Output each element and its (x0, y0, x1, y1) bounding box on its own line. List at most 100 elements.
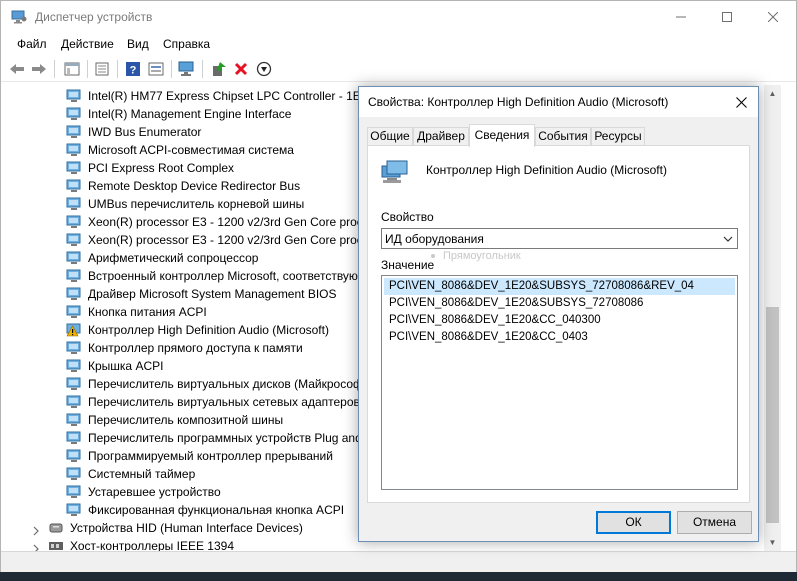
system-device-icon (66, 269, 82, 283)
system-device-icon (66, 179, 82, 193)
chevron-down-icon (723, 233, 733, 247)
properties-dialog: Свойства: Контроллер High Definition Aud… (358, 86, 759, 542)
system-device-icon (66, 467, 82, 481)
toolbar-separator (171, 60, 172, 78)
system-device-icon (66, 143, 82, 157)
value-row[interactable]: PCI\VEN_8086&DEV_1E20&CC_0403 (384, 329, 735, 346)
scroll-down-icon[interactable]: ▼ (764, 534, 781, 551)
device-name: Контроллер High Definition Audio (Micros… (426, 163, 667, 177)
dialog-close-icon[interactable] (730, 92, 752, 112)
view-icon[interactable] (145, 58, 167, 80)
tree-device-label: Xeon(R) processor E3 - 1200 v2/3rd Gen C… (88, 215, 393, 229)
vertical-scrollbar[interactable]: ▲ ▼ (764, 85, 781, 551)
system-device-icon (66, 89, 82, 103)
tab-resources[interactable]: Ресурсы (591, 127, 645, 146)
warning-device-icon (66, 323, 82, 337)
tree-device-label: Устаревшее устройство (88, 485, 221, 499)
tree-category-label: Хост-контроллеры IEEE 1394 (70, 539, 234, 551)
ieee1394-controller-icon (48, 539, 64, 551)
update-driver-icon[interactable] (208, 58, 230, 80)
tree-device-label: Фиксированная функциональная кнопка ACPI (88, 503, 345, 517)
tree-device-label: Контроллер High Definition Audio (Micros… (88, 323, 329, 337)
properties-icon[interactable] (91, 58, 113, 80)
property-select-value: ИД оборудования (385, 232, 484, 246)
tree-device-label: Драйвер Microsoft System Management BIOS (88, 287, 337, 301)
title-bar: Диспетчер устройств (1, 1, 796, 33)
ghost-tooltip-text: Прямоугольник (443, 250, 521, 262)
property-select[interactable]: ИД оборудования (381, 228, 738, 249)
system-device-icon (66, 287, 82, 301)
tree-device-label: Перечислитель программных устройств Plug… (88, 431, 362, 445)
menu-help[interactable]: Справка (161, 37, 212, 51)
help-icon[interactable]: ? (122, 58, 144, 80)
menu-action[interactable]: Действие (59, 37, 116, 51)
minimize-button[interactable] (658, 1, 704, 33)
system-device-icon (66, 233, 82, 247)
toolbar: ? (1, 56, 796, 82)
system-device-icon (66, 431, 82, 445)
tab-general[interactable]: Общие (367, 127, 413, 146)
forward-arrow-icon[interactable] (28, 58, 50, 80)
uninstall-device-icon[interactable] (230, 58, 252, 80)
tree-category-label: Устройства HID (Human Interface Devices) (70, 521, 303, 535)
tree-device-label: UMBus перечислитель корневой шины (88, 197, 305, 211)
window-title: Диспетчер устройств (35, 10, 153, 24)
tree-device-label: Встроенный контроллер Microsoft, соответ… (88, 269, 382, 283)
tree-device-label: Microsoft ACPI-совместимая система (88, 143, 294, 157)
system-device-icon (66, 377, 82, 391)
tree-device-label: Крышка ACPI (88, 359, 164, 373)
status-bar (1, 551, 796, 573)
scan-hardware-icon[interactable] (176, 58, 198, 80)
system-device-icon (66, 125, 82, 139)
toolbar-separator (202, 60, 203, 78)
tree-device-label: Кнопка питания ACPI (88, 305, 207, 319)
tab-events[interactable]: События (535, 127, 591, 146)
device-manager-icon (11, 10, 27, 24)
tab-details[interactable]: Сведения (469, 124, 535, 147)
system-device-icon (66, 197, 82, 211)
menu-view[interactable]: Вид (125, 37, 151, 51)
value-listbox[interactable]: PCI\VEN_8086&DEV_1E20&SUBSYS_72708086&RE… (381, 275, 738, 490)
value-row[interactable]: PCI\VEN_8086&DEV_1E20&CC_040300 (384, 312, 735, 329)
system-device-icon (66, 341, 82, 355)
system-device-icon (66, 251, 82, 265)
toolbar-separator (87, 60, 88, 78)
value-row[interactable]: PCI\VEN_8086&DEV_1E20&SUBSYS_72708086 (384, 295, 735, 312)
chevron-right-icon[interactable] (32, 523, 40, 536)
tree-device-label: Перечислитель композитной шины (88, 413, 284, 427)
tree-device-label: Контроллер прямого доступа к памяти (88, 341, 303, 355)
system-device-icon (66, 107, 82, 121)
scroll-up-icon[interactable]: ▲ (764, 85, 781, 102)
tree-device-label: Intel(R) Management Engine Interface (88, 107, 292, 121)
tree-device-label: IWD Bus Enumerator (88, 125, 202, 139)
maximize-button[interactable] (704, 1, 750, 33)
tree-device-label: PCI Express Root Complex (88, 161, 235, 175)
tab-driver[interactable]: Драйвер (413, 127, 469, 146)
back-arrow-icon[interactable] (6, 58, 28, 80)
toolbar-separator (117, 60, 118, 78)
scroll-thumb[interactable] (766, 307, 779, 523)
show-hide-console-tree-icon[interactable] (61, 58, 83, 80)
system-device-icon (66, 395, 82, 409)
system-device-icon (66, 359, 82, 373)
property-label: Свойство (381, 210, 434, 224)
value-row[interactable]: PCI\VEN_8086&DEV_1E20&SUBSYS_72708086&RE… (384, 278, 735, 295)
menu-bar: Файл Действие Вид Справка (1, 34, 796, 54)
chevron-right-icon[interactable] (32, 541, 40, 551)
tree-device-label: Системный таймер (88, 467, 196, 481)
hid-device-icon (48, 521, 64, 535)
audio-controller-icon (381, 160, 411, 186)
tree-device-label: Intel(R) HM77 Express Chipset LPC Contro… (88, 89, 375, 103)
tree-device-label: Remote Desktop Device Redirector Bus (88, 179, 301, 193)
disable-device-icon[interactable] (253, 58, 275, 80)
toolbar-separator (54, 60, 55, 78)
tree-device-label: Программируемый контроллер прерываний (88, 449, 333, 463)
tree-device-label: Xeon(R) processor E3 - 1200 v2/3rd Gen C… (88, 233, 393, 247)
dialog-title-bar: Свойства: Контроллер High Definition Aud… (359, 87, 758, 117)
ok-button[interactable]: ОК (596, 511, 671, 534)
cancel-button[interactable]: Отмена (677, 511, 752, 534)
menu-file[interactable]: Файл (15, 37, 49, 51)
system-device-icon (66, 485, 82, 499)
value-label: Значение (381, 258, 435, 272)
close-button[interactable] (750, 1, 796, 33)
